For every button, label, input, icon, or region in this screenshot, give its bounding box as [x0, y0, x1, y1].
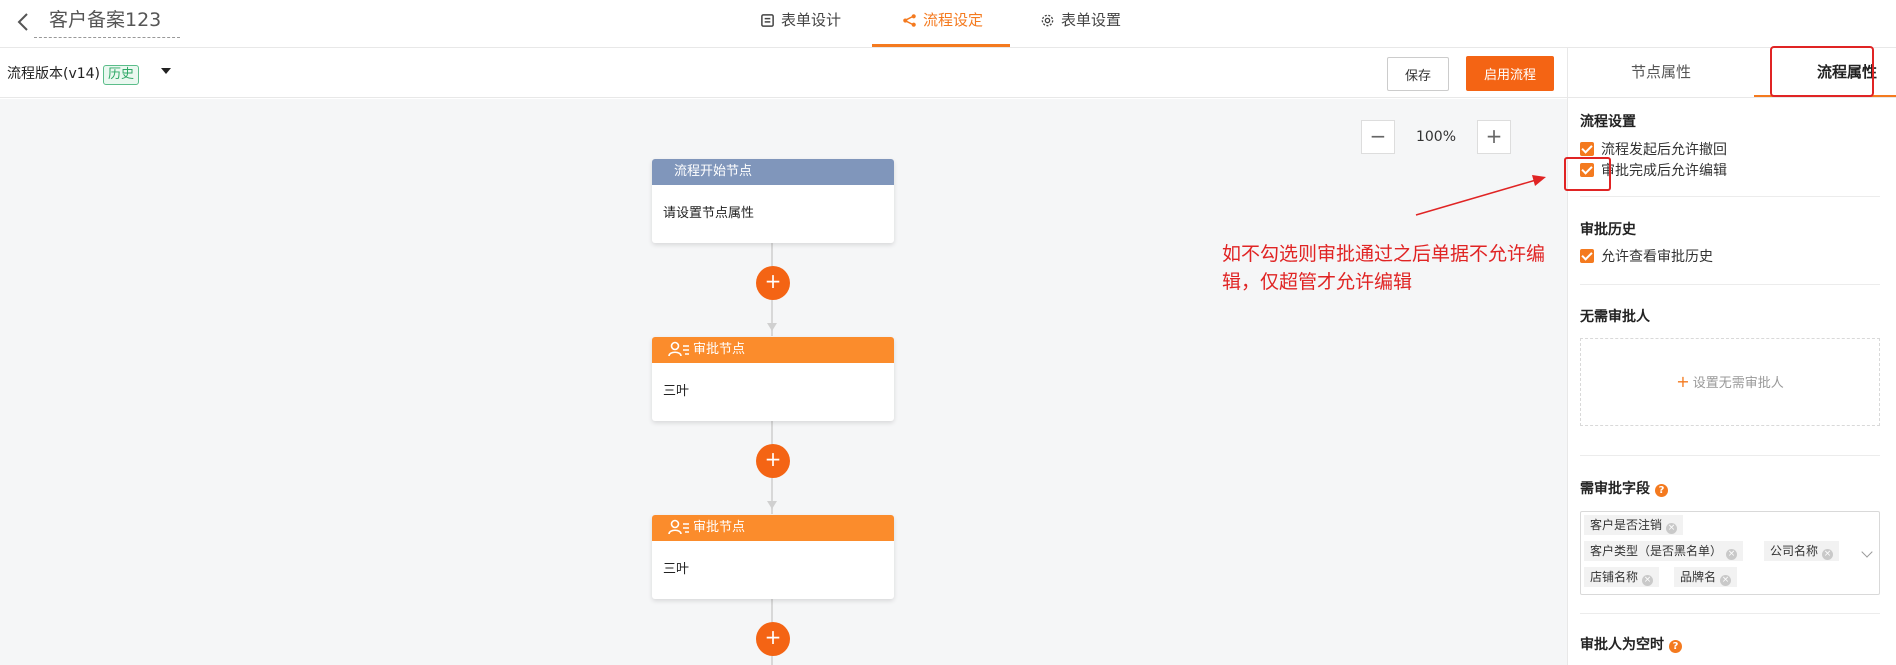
checkbox-allow-view-history[interactable]: 允许查看审批历史 — [1580, 246, 1713, 266]
node-title: 审批节点 — [693, 342, 746, 357]
form-title[interactable]: 客户备案123 — [34, 3, 180, 38]
tab-form-settings[interactable]: 表单设置 — [1040, 0, 1121, 48]
divider — [1580, 455, 1880, 456]
tag-label: 客户类型（是否黑名单） — [1590, 544, 1723, 558]
zoom-level: 100% — [1415, 129, 1457, 145]
annotation-text: 如不勾选则审批通过之后单据不允许编辑，仅超管才允许编辑 — [1222, 243, 1546, 293]
zoom-out-button[interactable]: − — [1361, 120, 1395, 154]
checkbox-label: 流程发起后允许撤回 — [1601, 142, 1727, 158]
gear-icon — [1041, 14, 1054, 27]
active-tab-indicator — [872, 44, 1010, 47]
tab-node-properties[interactable]: 节点属性 — [1568, 48, 1754, 98]
checkbox-allow-edit-after-approval[interactable]: 审批完成后允许编辑 — [1580, 160, 1727, 180]
save-button[interactable]: 保存 — [1387, 57, 1449, 91]
close-icon[interactable]: × — [1726, 549, 1738, 560]
caret-down-icon[interactable] — [161, 68, 171, 74]
add-node-button[interactable]: + — [756, 622, 790, 656]
arrow-down-icon — [767, 323, 777, 331]
add-node-button[interactable]: + — [756, 266, 790, 300]
tag-label: 店铺名称 — [1590, 570, 1639, 584]
approval-node[interactable]: 审批节点 三叶 — [652, 337, 894, 421]
version-selector[interactable]: 流程版本(v14) 历史 — [7, 63, 140, 85]
tag-label: 公司名称 — [1770, 544, 1819, 558]
close-icon[interactable]: × — [1666, 523, 1678, 534]
checkbox-checked-icon[interactable] — [1580, 142, 1594, 156]
field-tag: 品牌名 × — [1674, 567, 1738, 587]
properties-panel: 节点属性 流程属性 流程设置 流程发起后允许撤回 审批完成后允许编辑 审批历史 … — [1567, 48, 1896, 665]
approval-fields-select[interactable]: 客户是否注销 × 客户类型（是否黑名单） × 公司名称 × 店铺名称 × 品牌名 × — [1580, 511, 1880, 595]
version-label: 流程版本(v14) — [7, 66, 101, 82]
field-tag: 客户类型（是否黑名单） × — [1584, 541, 1744, 561]
checkbox-checked-icon[interactable] — [1580, 249, 1594, 263]
help-icon[interactable]: ? — [1669, 640, 1682, 653]
tab-label: 表单设计 — [781, 11, 842, 29]
approver-icon — [668, 341, 689, 357]
button-label: 设置无需审批人 — [1692, 376, 1784, 391]
section-title-approval-fields: 需审批字段? — [1580, 478, 1668, 498]
chevron-down-icon[interactable] — [1861, 546, 1873, 558]
plus-icon: + — [1676, 372, 1690, 391]
divider — [1580, 613, 1880, 614]
top-bar: 客户备案123 表单设计 流程设定 表单设置 — [0, 0, 1896, 48]
field-tag: 店铺名称 × — [1584, 567, 1660, 587]
divider — [1580, 284, 1880, 285]
node-header: 审批节点 — [652, 515, 894, 541]
node-body: 请设置节点属性 — [663, 206, 755, 221]
start-node[interactable]: 流程开始节点 请设置节点属性 — [652, 159, 894, 243]
history-badge: 历史 — [103, 65, 140, 85]
node-title: 审批节点 — [693, 520, 746, 535]
enable-process-button[interactable]: 启用流程 — [1466, 56, 1554, 91]
section-title-process-settings: 流程设置 — [1580, 114, 1636, 130]
checkbox-allow-withdraw[interactable]: 流程发起后允许撤回 — [1580, 139, 1727, 159]
tab-form-design[interactable]: 表单设计 — [760, 0, 841, 48]
section-title-approval-history: 审批历史 — [1580, 222, 1636, 238]
help-icon[interactable]: ? — [1655, 484, 1668, 497]
section-title-empty-approver: 审批人为空时? — [1580, 634, 1682, 654]
flow-canvas[interactable]: − 100% + 流程开始节点 请设置节点属性 + 审批节点 三叶 + 审批节点… — [0, 99, 1567, 665]
close-icon[interactable]: × — [1822, 549, 1834, 560]
section-title-text: 审批人为空时 — [1580, 637, 1664, 653]
node-header: 审批节点 — [652, 337, 894, 363]
toolbar: 流程版本(v14) 历史 保存 启用流程 — [0, 48, 1567, 98]
arrow-down-icon — [767, 501, 777, 509]
zoom-in-button[interactable]: + — [1477, 120, 1511, 154]
node-body: 三叶 — [663, 384, 690, 399]
form-icon — [761, 14, 774, 27]
tag-label: 客户是否注销 — [1590, 518, 1663, 532]
section-title-no-approver: 无需审批人 — [1580, 309, 1650, 325]
tab-label: 流程设定 — [923, 11, 984, 29]
flow-icon — [903, 14, 916, 27]
set-no-approver-button[interactable]: + 设置无需审批人 — [1580, 338, 1880, 426]
add-node-button[interactable]: + — [756, 444, 790, 478]
section-title-text: 需审批字段 — [1580, 481, 1650, 497]
close-icon[interactable]: × — [1720, 575, 1732, 586]
approver-icon — [668, 519, 689, 535]
divider — [1568, 97, 1896, 98]
tag-label: 品牌名 — [1680, 570, 1717, 584]
node-title: 流程开始节点 — [652, 159, 894, 185]
close-icon[interactable]: × — [1642, 575, 1654, 586]
checkbox-label: 允许查看审批历史 — [1601, 249, 1713, 265]
back-icon[interactable] — [12, 10, 36, 34]
tab-process-setting[interactable]: 流程设定 — [902, 0, 983, 48]
checkbox-checked-icon[interactable] — [1580, 163, 1594, 177]
field-tag: 公司名称 × — [1764, 541, 1840, 561]
approval-node[interactable]: 审批节点 三叶 — [652, 515, 894, 599]
node-body: 三叶 — [663, 562, 690, 577]
field-tag: 客户是否注销 × — [1584, 515, 1684, 535]
divider — [1580, 196, 1880, 197]
tab-process-properties[interactable]: 流程属性 — [1754, 48, 1896, 98]
checkbox-label: 审批完成后允许编辑 — [1601, 163, 1727, 179]
tab-label: 表单设置 — [1061, 11, 1122, 29]
